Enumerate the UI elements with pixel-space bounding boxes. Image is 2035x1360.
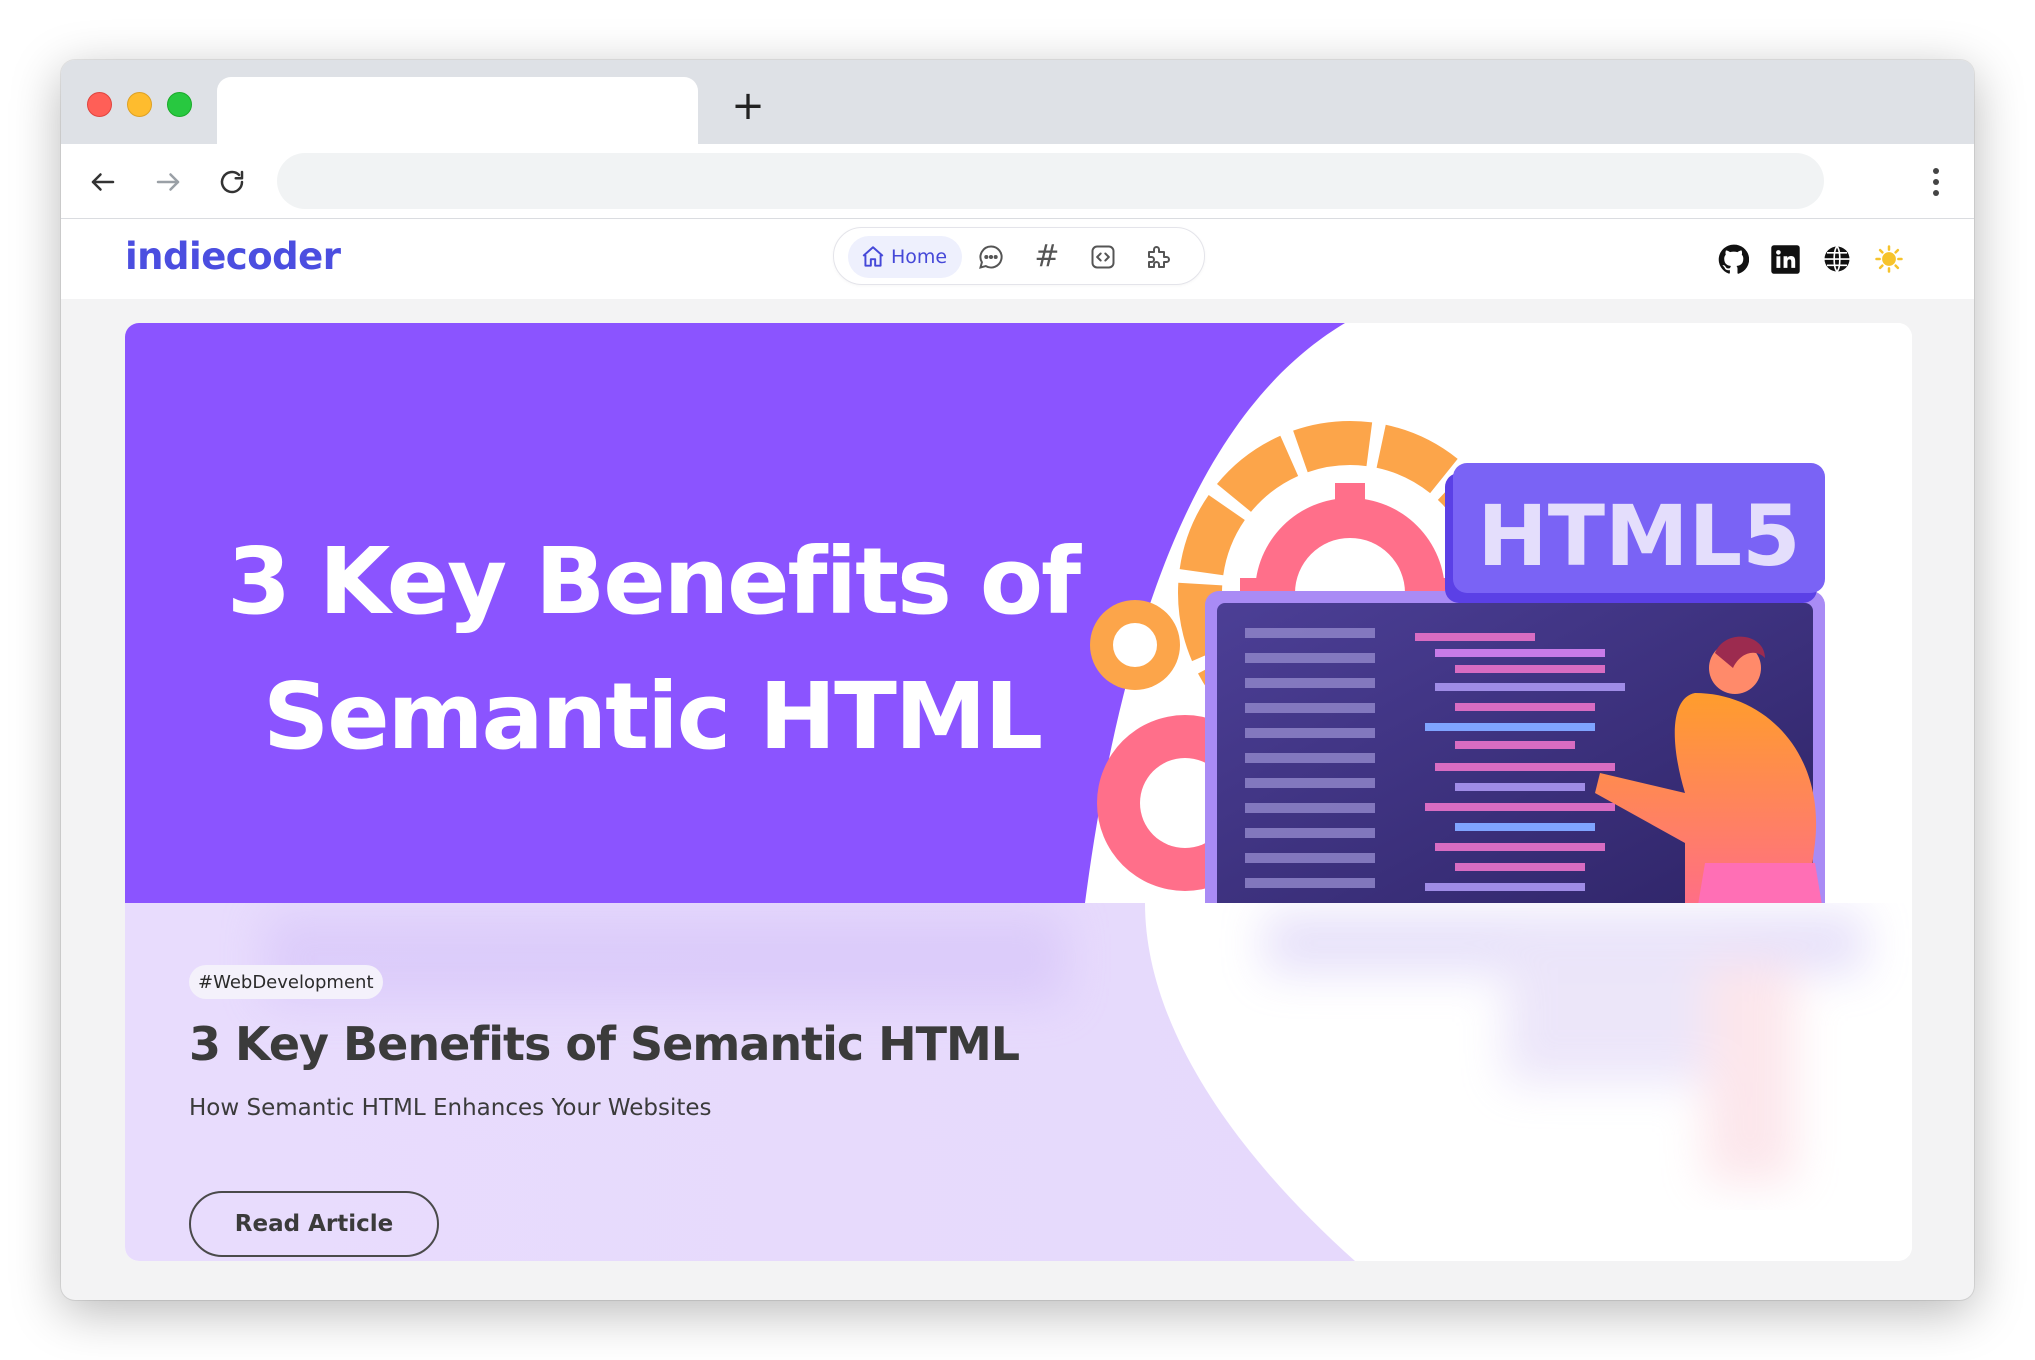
address-bar[interactable]	[277, 153, 1824, 209]
browser-tab[interactable]	[217, 77, 698, 144]
back-button[interactable]	[83, 162, 123, 202]
close-window-button[interactable]	[87, 92, 112, 117]
nav-home[interactable]: Home	[848, 236, 962, 278]
html5-badge-text: HTML5	[1477, 487, 1800, 585]
website-link[interactable]	[1821, 243, 1853, 275]
nav-home-label: Home	[891, 246, 948, 268]
post-banner-image: HTML5 3 Key Benefits of Semantic HTML	[125, 323, 1912, 903]
banner-title-line1: 3 Key Benefits of	[227, 528, 1082, 635]
browser-toolbar	[61, 144, 1974, 219]
github-icon	[1718, 244, 1749, 274]
plus-icon: +	[731, 83, 765, 129]
linkedin-icon	[1770, 244, 1800, 274]
hash-icon: #	[1034, 239, 1060, 274]
main-nav: Home #	[833, 227, 1205, 285]
gear-icon	[1090, 600, 1180, 690]
post-subtitle: How Semantic HTML Enhances Your Websites	[189, 1095, 712, 1121]
browser-titlebar: +	[61, 60, 1974, 144]
site-header: indiecoder Home #	[61, 219, 1974, 299]
banner-title-line2: Semantic HTML	[263, 663, 1041, 770]
browser-window: + indiecoder Home # HTML5 3 Key Benefits…	[61, 60, 1974, 1300]
maximize-window-button[interactable]	[167, 92, 192, 117]
globe-icon	[1824, 245, 1850, 273]
theme-toggle[interactable]	[1873, 243, 1905, 275]
linkedin-link[interactable]	[1769, 243, 1801, 275]
forward-button[interactable]	[148, 162, 188, 202]
featured-post-card[interactable]: HTML5 3 Key Benefits of Semantic HTML #W…	[125, 323, 1912, 1261]
read-article-button[interactable]: Read Article	[189, 1191, 439, 1257]
puzzle-icon	[1148, 246, 1170, 268]
post-tag[interactable]: #WebDevelopment	[189, 965, 383, 999]
post-title[interactable]: 3 Key Benefits of Semantic HTML	[189, 1017, 1020, 1071]
kebab-dot	[1933, 190, 1939, 196]
code-icon	[1091, 245, 1115, 269]
sun-icon	[1875, 245, 1903, 273]
nav-projects[interactable]	[1144, 242, 1174, 272]
arrow-right-icon	[156, 173, 180, 191]
nav-chat[interactable]	[976, 242, 1006, 272]
browser-menu-button[interactable]	[1926, 162, 1946, 202]
new-tab-button[interactable]: +	[726, 84, 770, 128]
minimize-window-button[interactable]	[127, 92, 152, 117]
home-icon	[862, 246, 884, 267]
nav-tags[interactable]: #	[1032, 242, 1062, 272]
kebab-dot	[1933, 168, 1939, 174]
kebab-dot	[1933, 179, 1939, 185]
chat-bubble-icon	[979, 245, 1003, 269]
html5-badge: HTML5	[1445, 463, 1825, 603]
reload-icon	[220, 170, 244, 194]
github-link[interactable]	[1717, 243, 1749, 275]
arrow-left-icon	[91, 173, 115, 191]
reload-button[interactable]	[212, 162, 252, 202]
nav-code[interactable]	[1088, 242, 1118, 272]
site-logo[interactable]: indiecoder	[125, 235, 341, 278]
